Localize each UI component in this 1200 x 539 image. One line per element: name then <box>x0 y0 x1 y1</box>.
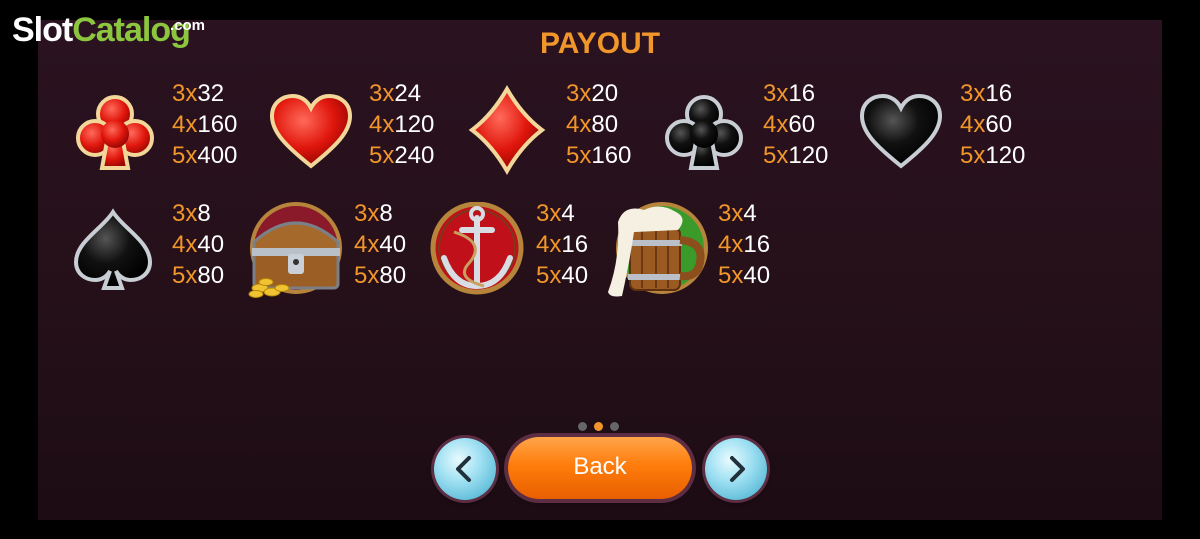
payout-values: 3x4 4x16 5x40 <box>536 200 589 289</box>
payout-values: 3x16 4x60 5x120 <box>763 80 829 169</box>
watermark-logo: SlotCatalog .com <box>12 11 206 49</box>
anchor-icon <box>430 202 524 295</box>
payout-values: 3x4 4x16 5x40 <box>718 200 771 289</box>
payout-values: 3x8 4x40 5x80 <box>354 200 407 289</box>
page-dot[interactable] <box>578 422 587 431</box>
red-heart-icon <box>269 93 353 169</box>
black-spade-icon <box>73 208 153 290</box>
chevron-left-icon <box>456 456 471 482</box>
back-button[interactable]: Back <box>508 437 692 499</box>
payout-values: 3x32 4x160 5x400 <box>172 80 238 169</box>
beer-mug-icon <box>608 202 708 297</box>
red-diamond-icon <box>468 85 546 175</box>
previous-page-button[interactable] <box>434 438 496 500</box>
payout-values: 3x8 4x40 5x80 <box>172 200 225 289</box>
treasure-chest-icon <box>248 202 342 298</box>
chevron-right-icon <box>730 456 745 482</box>
payout-values: 3x24 4x120 5x240 <box>369 80 435 169</box>
payout-values: 3x16 4x60 5x120 <box>960 80 1026 169</box>
payout-values: 3x20 4x80 5x160 <box>566 80 632 169</box>
page-dot-active[interactable] <box>594 422 603 431</box>
black-heart-icon <box>859 93 943 169</box>
black-club-icon <box>665 95 743 170</box>
page-dot[interactable] <box>610 422 619 431</box>
next-page-button[interactable] <box>705 438 767 500</box>
red-club-icon <box>76 95 154 170</box>
